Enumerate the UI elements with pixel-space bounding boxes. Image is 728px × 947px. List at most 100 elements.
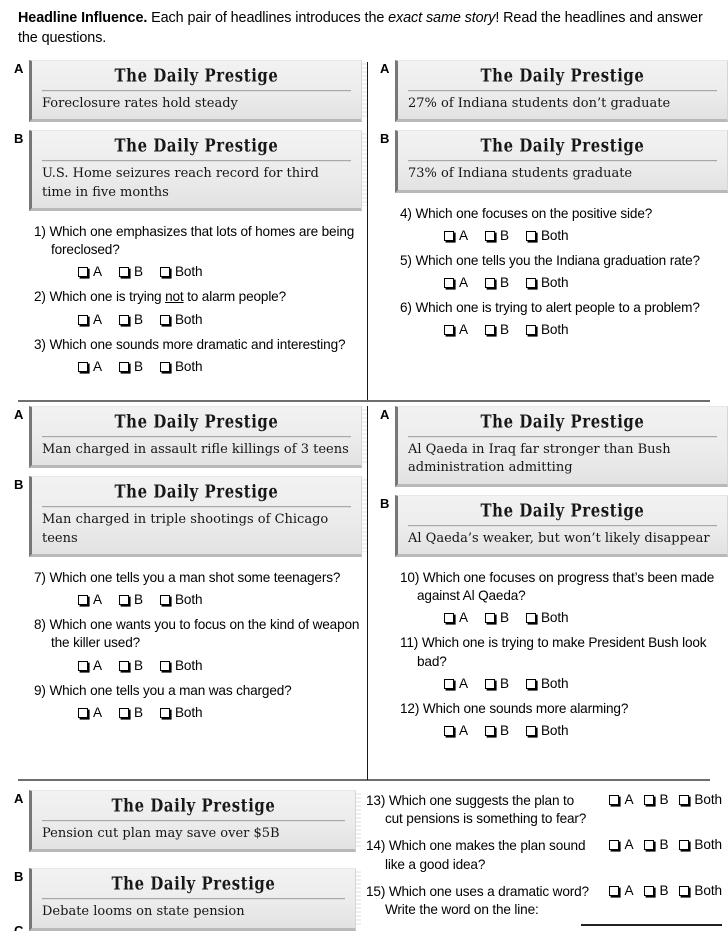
checkbox-icon[interactable] bbox=[644, 840, 655, 851]
checkbox-icon[interactable] bbox=[525, 325, 536, 336]
checkbox-icon[interactable] bbox=[118, 267, 129, 278]
checkbox-icon[interactable] bbox=[484, 613, 495, 624]
choice-option-both[interactable]: Both bbox=[525, 228, 569, 243]
checkbox-icon[interactable] bbox=[679, 885, 690, 896]
choice-option-a[interactable]: A bbox=[444, 723, 468, 738]
choice-option-both[interactable]: Both bbox=[525, 610, 569, 625]
checkbox-icon[interactable] bbox=[118, 595, 129, 606]
checkbox-icon[interactable] bbox=[159, 267, 170, 278]
checkbox-icon[interactable] bbox=[444, 277, 454, 288]
choice-option-both[interactable]: Both bbox=[525, 723, 569, 738]
checkbox-icon[interactable] bbox=[78, 707, 88, 718]
checkbox-icon[interactable] bbox=[679, 795, 690, 805]
question-block: 2) Which one is trying not to alarm peop… bbox=[34, 288, 362, 333]
choice-option-a[interactable]: A bbox=[609, 883, 634, 898]
choice-option-both[interactable]: Both bbox=[159, 264, 203, 279]
choice-option-a[interactable]: A bbox=[78, 264, 102, 279]
headline-card-row: B The Daily Prestige Debate looms on state… bbox=[14, 868, 361, 931]
choice-option-a[interactable]: A bbox=[444, 676, 468, 691]
answer-choices: A B Both bbox=[400, 671, 728, 698]
choice-option-a[interactable]: A bbox=[609, 837, 634, 852]
choice-option-both[interactable]: Both bbox=[679, 792, 722, 807]
choice-option-b[interactable]: B bbox=[118, 705, 143, 720]
choice-option-both[interactable]: Both bbox=[159, 359, 203, 374]
checkbox-icon[interactable] bbox=[679, 840, 690, 851]
checkbox-icon[interactable] bbox=[484, 325, 495, 336]
checkbox-icon[interactable] bbox=[159, 595, 170, 606]
choice-option-a[interactable]: A bbox=[78, 592, 102, 607]
choice-option-a[interactable]: A bbox=[78, 658, 102, 673]
choice-option-a[interactable]: A bbox=[444, 322, 468, 337]
checkbox-icon[interactable] bbox=[78, 660, 88, 671]
checkbox-icon[interactable] bbox=[484, 277, 495, 288]
checkbox-icon[interactable] bbox=[118, 314, 129, 325]
checkbox-icon[interactable] bbox=[444, 678, 454, 689]
choice-option-b[interactable]: B bbox=[644, 837, 669, 852]
checkbox-icon[interactable] bbox=[159, 660, 170, 671]
checkbox-icon[interactable] bbox=[118, 660, 129, 671]
checkbox-icon[interactable] bbox=[159, 361, 170, 372]
choice-option-a[interactable]: A bbox=[444, 275, 468, 290]
choice-option-b[interactable]: B bbox=[118, 658, 143, 673]
choice-option-a[interactable]: A bbox=[78, 705, 102, 720]
choice-option-a[interactable]: A bbox=[609, 792, 634, 807]
checkbox-icon[interactable] bbox=[444, 230, 454, 241]
checkbox-icon[interactable] bbox=[78, 314, 88, 325]
checkbox-icon[interactable] bbox=[525, 725, 536, 736]
choice-option-both[interactable]: Both bbox=[679, 883, 722, 898]
choice-option-both[interactable]: Both bbox=[159, 658, 203, 673]
choice-option-both[interactable]: Both bbox=[679, 837, 722, 852]
choice-option-a[interactable]: A bbox=[78, 359, 102, 374]
choice-option-a[interactable]: A bbox=[78, 312, 102, 327]
choice-option-b[interactable]: B bbox=[484, 275, 509, 290]
checkbox-icon[interactable] bbox=[525, 678, 536, 689]
headline-text: Al Qaeda’s weaker, but won’t likely disa… bbox=[408, 530, 710, 546]
headline-text: Man charged in assault rifle killings of… bbox=[42, 441, 349, 457]
choice-option-b[interactable]: B bbox=[484, 676, 509, 691]
checkbox-icon[interactable] bbox=[609, 795, 620, 805]
choice-option-both[interactable]: Both bbox=[159, 312, 203, 327]
choice-label-a: A bbox=[459, 274, 468, 290]
checkbox-icon[interactable] bbox=[484, 230, 495, 241]
checkbox-icon[interactable] bbox=[78, 595, 88, 606]
checkbox-icon[interactable] bbox=[118, 361, 129, 372]
checkbox-icon[interactable] bbox=[444, 725, 454, 736]
question-text: 6) Which one is trying to alert people t… bbox=[400, 299, 728, 317]
choice-option-b[interactable]: B bbox=[118, 312, 143, 327]
choice-option-both[interactable]: Both bbox=[525, 275, 569, 290]
checkbox-icon[interactable] bbox=[159, 707, 170, 718]
choice-option-a[interactable]: A bbox=[444, 610, 468, 625]
checkbox-icon[interactable] bbox=[525, 613, 536, 624]
choice-option-b[interactable]: B bbox=[484, 228, 509, 243]
choice-option-both[interactable]: Both bbox=[525, 322, 569, 337]
checkbox-icon[interactable] bbox=[444, 613, 454, 624]
choice-option-b[interactable]: B bbox=[118, 264, 143, 279]
checkbox-icon[interactable] bbox=[78, 267, 88, 278]
choice-option-b[interactable]: B bbox=[484, 322, 509, 337]
checkbox-icon[interactable] bbox=[609, 840, 620, 851]
checkbox-icon[interactable] bbox=[118, 707, 129, 718]
masthead-rule bbox=[42, 898, 345, 901]
checkbox-icon[interactable] bbox=[159, 314, 170, 325]
checkbox-icon[interactable] bbox=[78, 361, 88, 372]
choice-option-both[interactable]: Both bbox=[159, 592, 203, 607]
checkbox-icon[interactable] bbox=[644, 795, 655, 805]
checkbox-icon[interactable] bbox=[525, 230, 536, 241]
checkbox-icon[interactable] bbox=[484, 678, 495, 689]
choice-option-both[interactable]: Both bbox=[525, 676, 569, 691]
choice-option-b[interactable]: B bbox=[484, 723, 509, 738]
choice-option-b[interactable]: B bbox=[484, 610, 509, 625]
checkbox-icon[interactable] bbox=[525, 277, 536, 288]
write-in-answer-line[interactable] bbox=[581, 924, 722, 926]
choice-option-b[interactable]: B bbox=[118, 359, 143, 374]
choice-option-b[interactable]: B bbox=[118, 592, 143, 607]
checkbox-icon[interactable] bbox=[444, 325, 454, 336]
question-text: 9) Which one tells you a man was charged… bbox=[34, 682, 362, 700]
checkbox-icon[interactable] bbox=[644, 885, 655, 896]
choice-option-a[interactable]: A bbox=[444, 228, 468, 243]
choice-option-b[interactable]: B bbox=[644, 883, 669, 898]
choice-option-b[interactable]: B bbox=[644, 792, 669, 807]
choice-option-both[interactable]: Both bbox=[159, 705, 203, 720]
checkbox-icon[interactable] bbox=[609, 885, 620, 896]
checkbox-icon[interactable] bbox=[484, 725, 495, 736]
